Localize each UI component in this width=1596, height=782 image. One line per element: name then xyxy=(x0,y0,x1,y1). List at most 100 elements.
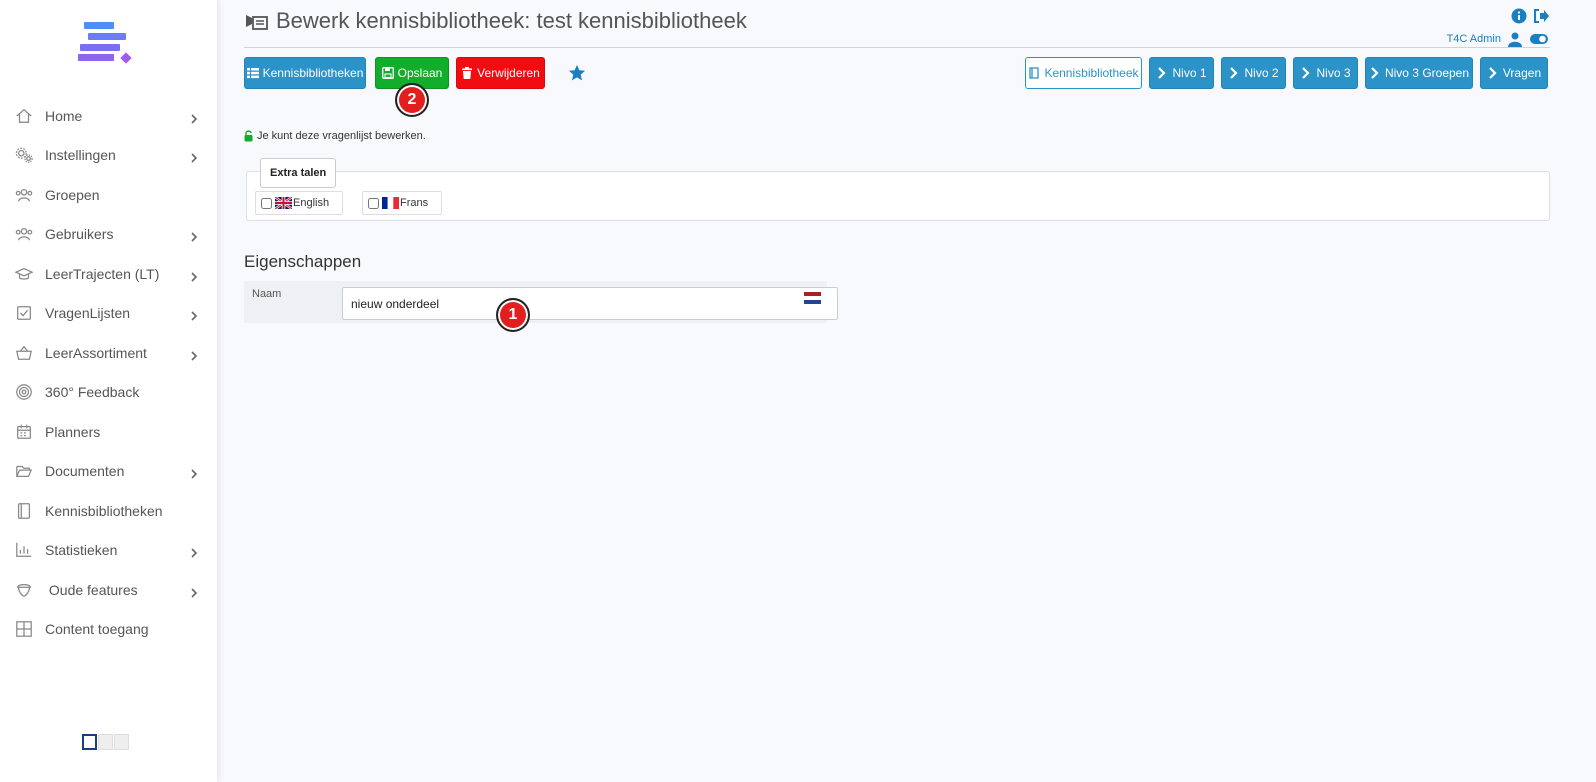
chevron-right-icon xyxy=(189,585,199,598)
bar-chart-icon xyxy=(14,540,34,560)
sidebar-item-label: Groepen xyxy=(45,186,100,203)
sidebar-item-leertrajecten[interactable]: LeerTrajecten (LT) xyxy=(0,254,217,294)
english-checkbox[interactable] xyxy=(261,197,272,209)
step-marker-2: 2 xyxy=(395,83,429,117)
kennisbibliotheken-label: Kennisbibliotheken xyxy=(262,66,364,80)
users-icon xyxy=(14,185,34,205)
target-icon xyxy=(14,382,34,402)
step-marker-2-label: 2 xyxy=(407,91,417,108)
user-icon[interactable] xyxy=(1507,31,1523,47)
delete-label: Verwijderen xyxy=(477,66,540,80)
chevron-right-icon xyxy=(1302,67,1311,79)
megaphone-icon xyxy=(246,15,268,30)
sidebar-item-label: LeerTrajecten (LT) xyxy=(45,265,160,282)
sidebar-item-oude-features[interactable]: Oude features xyxy=(0,570,217,610)
edit-notice: Je kunt deze vragenlijst bewerken. xyxy=(244,130,426,142)
layout-option-list[interactable] xyxy=(82,734,97,750)
nav-nivo2-label: Nivo 2 xyxy=(1244,66,1279,80)
nav-vragen-label: Vragen xyxy=(1502,66,1542,80)
info-icon[interactable] xyxy=(1511,8,1527,24)
home-icon xyxy=(14,106,34,126)
chevron-right-icon xyxy=(1371,67,1379,79)
sidebar-item-label: Content toegang xyxy=(45,621,149,638)
nav-nivo1-label: Nivo 1 xyxy=(1172,66,1207,80)
save-label: Opslaan xyxy=(397,66,443,80)
nav-nivo1-button[interactable]: Nivo 1 xyxy=(1149,57,1214,89)
chevron-right-icon xyxy=(189,545,199,558)
chevron-right-icon xyxy=(189,150,199,163)
chevron-right-icon xyxy=(189,229,199,242)
delete-button[interactable]: Verwijderen xyxy=(456,57,545,89)
frans-checkbox[interactable] xyxy=(368,197,379,209)
chevron-right-icon xyxy=(1489,67,1497,79)
graduation-cap-icon xyxy=(14,264,34,284)
layout-option-compact[interactable] xyxy=(98,734,113,750)
sidebar-item-360-feedback[interactable]: 360° Feedback xyxy=(0,373,217,413)
sidebar-item-home[interactable]: Home xyxy=(0,96,217,136)
kennisbibliotheken-button[interactable]: Kennisbibliotheken xyxy=(244,57,366,89)
nav-vragen-button[interactable]: Vragen xyxy=(1480,57,1548,89)
page-title: Bewerk kennisbibliotheek: test kennisbib… xyxy=(244,8,747,34)
users-icon xyxy=(14,224,34,244)
logout-icon[interactable] xyxy=(1533,8,1549,24)
sidebar-item-documenten[interactable]: Documenten xyxy=(0,452,217,492)
step-marker-1-label: 1 xyxy=(508,306,518,323)
sidebar-item-label: VragenLijsten xyxy=(45,305,131,322)
page-title-text: Bewerk kennisbibliotheek: test kennisbib… xyxy=(276,8,747,33)
toggle-icon[interactable] xyxy=(1529,31,1549,47)
nav-nivo3-label: Nivo 3 xyxy=(1316,66,1351,80)
nav-nivo3-groepen-button[interactable]: Nivo 3 Groepen xyxy=(1365,57,1473,89)
language-option-frans[interactable]: Frans xyxy=(362,191,442,215)
trash-icon xyxy=(462,67,473,79)
sidebar-item-label: LeerAssortiment xyxy=(45,344,147,361)
sidebar-item-label: Statistieken xyxy=(45,542,118,559)
sidebar-item-groepen[interactable]: Groepen xyxy=(0,175,217,215)
chevron-right-icon xyxy=(1158,67,1167,79)
english-label: English xyxy=(293,197,330,209)
properties-title: Eigenschappen xyxy=(244,252,362,271)
sidebar-item-label: Instellingen xyxy=(45,147,116,164)
book-icon xyxy=(14,501,34,521)
nav-nivo3-groepen-label: Nivo 3 Groepen xyxy=(1384,66,1470,80)
chevron-right-icon xyxy=(189,308,199,321)
edit-notice-text: Je kunt deze vragenlijst bewerken. xyxy=(257,130,426,142)
sidebar-item-content-toegang[interactable]: Content toegang xyxy=(0,610,217,650)
grid-icon xyxy=(14,619,34,639)
frans-label: Frans xyxy=(400,197,429,209)
france-flag-icon xyxy=(382,197,399,209)
header-divider xyxy=(244,47,1550,48)
chevron-right-icon xyxy=(189,348,199,361)
user-name[interactable]: T4C Admin xyxy=(1447,33,1501,45)
sidebar-item-label: Gebruikers xyxy=(45,226,114,243)
sidebar-item-leerassortiment[interactable]: LeerAssortiment xyxy=(0,333,217,373)
sidebar-item-label: Kennisbibliotheken xyxy=(45,502,163,519)
layout-option-wide[interactable] xyxy=(114,734,129,750)
sidebar-item-kennisbibliotheken[interactable]: Kennisbibliotheken xyxy=(0,491,217,531)
sidebar-item-instellingen[interactable]: Instellingen xyxy=(0,136,217,176)
sidebar: Home Instellingen Groepen Gebruikers Lee… xyxy=(0,0,217,782)
language-option-english[interactable]: English xyxy=(255,191,343,215)
unlock-icon xyxy=(244,130,253,142)
favorite-star-icon[interactable] xyxy=(568,64,586,82)
sidebar-item-statistieken[interactable]: Statistieken xyxy=(0,531,217,571)
sidebar-item-planners[interactable]: Planners xyxy=(0,412,217,452)
nav-kennisbibliotheek-label: Kennisbibliotheek xyxy=(1044,66,1139,80)
sidebar-item-label: 360° Feedback xyxy=(45,384,140,401)
chevron-right-icon xyxy=(189,466,199,479)
sidebar-item-label: Oude features xyxy=(45,581,138,598)
nav-nivo2-button[interactable]: Nivo 2 xyxy=(1221,57,1286,89)
sidebar-item-gebruikers[interactable]: Gebruikers xyxy=(0,215,217,255)
sidebar-item-vragenlijsten[interactable]: VragenLijsten xyxy=(0,294,217,334)
nav-kennisbibliotheek-button[interactable]: Kennisbibliotheek xyxy=(1025,57,1142,89)
sidebar-item-label: Planners xyxy=(45,423,101,440)
chevron-right-icon xyxy=(1230,67,1239,79)
netherlands-flag-icon xyxy=(804,292,821,304)
app-logo[interactable] xyxy=(78,20,138,68)
nav-nivo3-button[interactable]: Nivo 3 xyxy=(1293,57,1358,89)
book-icon xyxy=(1029,67,1040,79)
gears-icon xyxy=(14,145,34,165)
floppy-icon xyxy=(381,67,394,79)
name-input[interactable] xyxy=(342,287,838,320)
layout-switcher xyxy=(82,734,129,750)
extra-languages-legend: Extra talen xyxy=(260,158,337,188)
